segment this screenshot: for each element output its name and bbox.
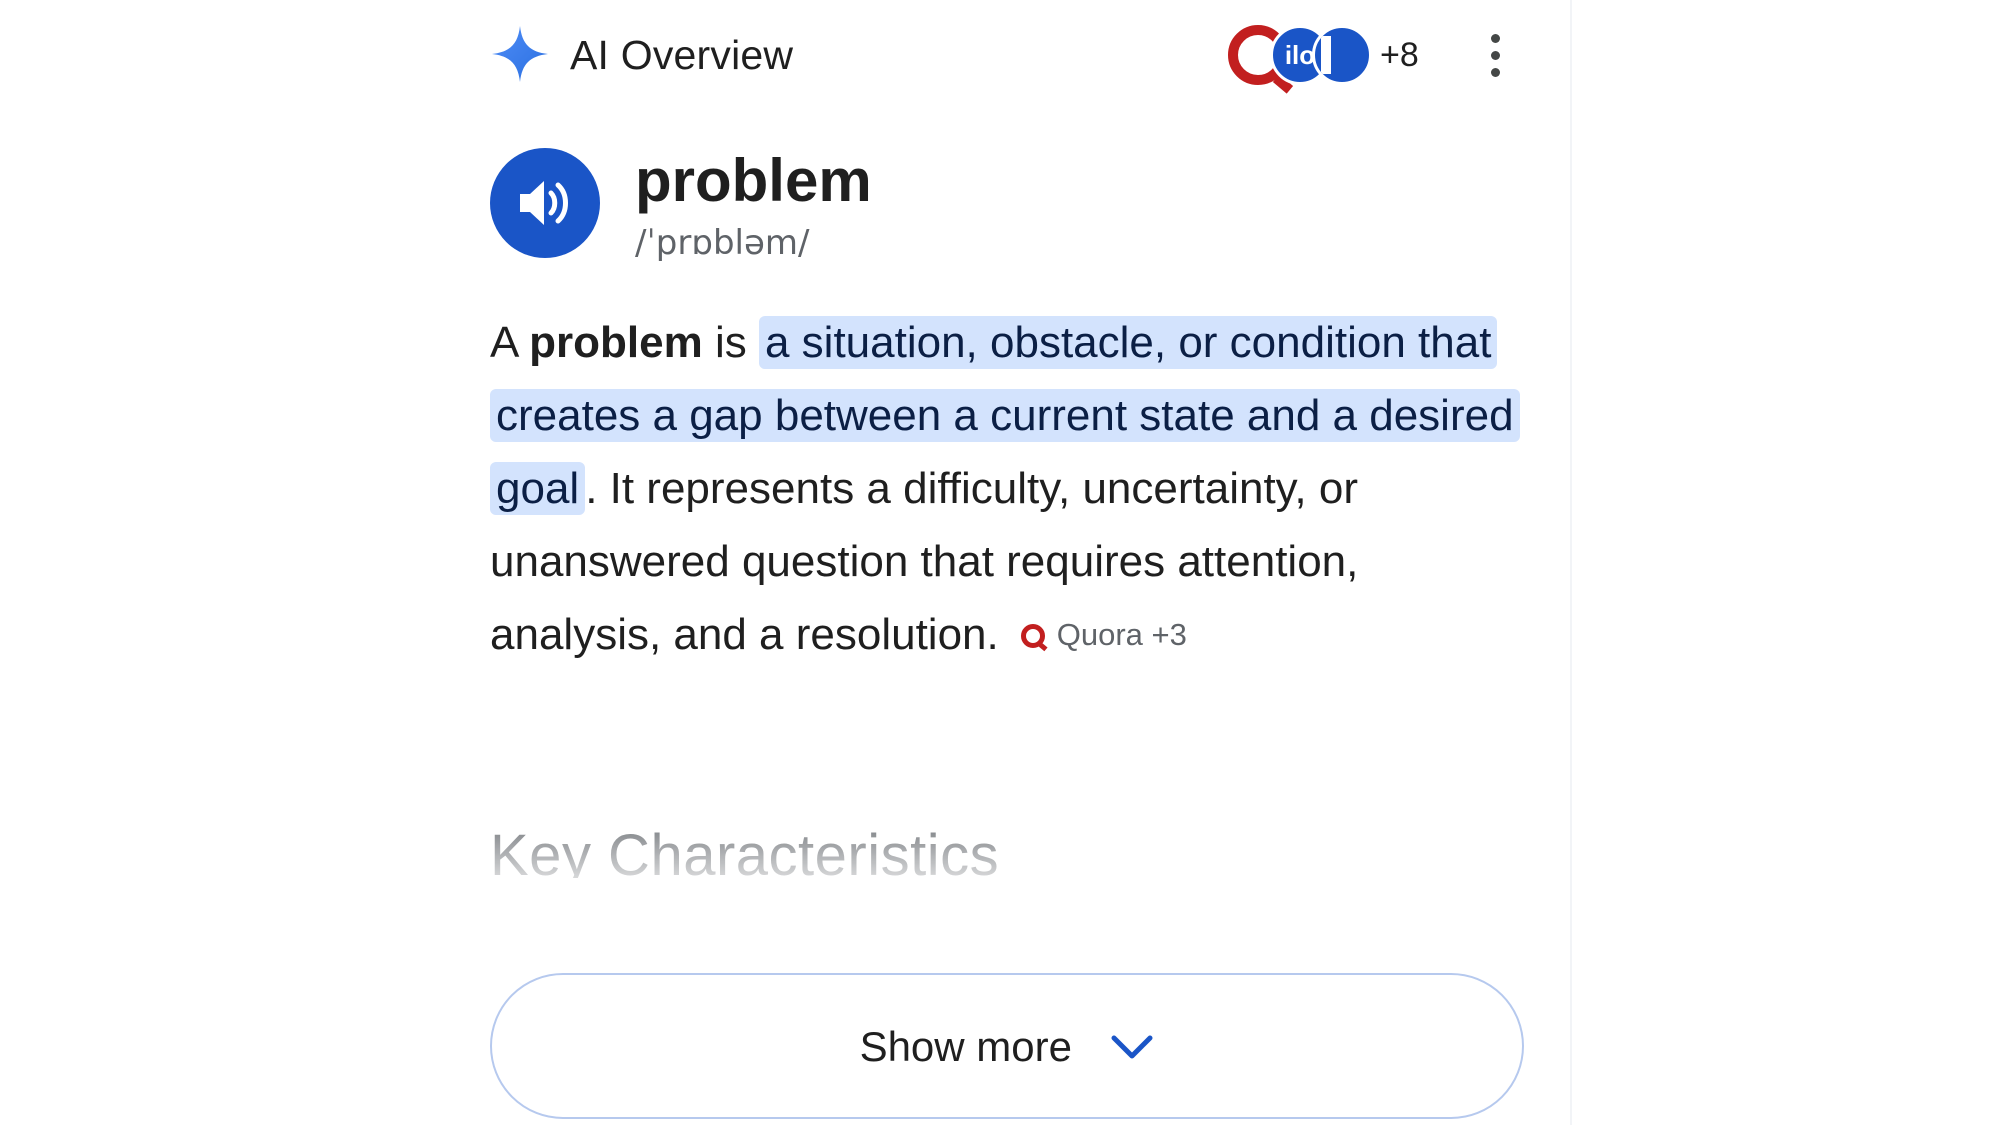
quora-logo-icon — [1020, 624, 1045, 648]
definition-continuation: . It represents a difficulty, uncertaint… — [490, 464, 1359, 659]
source-logo-icon — [1312, 25, 1372, 85]
phonetic-transcription: /ˈprɒbləm/ — [635, 223, 810, 263]
ai-overview-header: AI Overview ilo +8 — [490, 22, 1520, 88]
speaker-icon — [520, 181, 568, 225]
section-heading-key-characteristics: Key Characteristics — [490, 823, 1000, 878]
panel-divider — [1570, 0, 1572, 1125]
dictionary-entry: problem /ˈprɒbləm/ — [490, 148, 1520, 268]
citation-count: +3 — [1151, 617, 1187, 652]
show-more-button[interactable]: Show more — [490, 973, 1524, 1119]
definition-connector: is — [702, 318, 759, 367]
more-sources-count: +8 — [1380, 36, 1419, 74]
definition-term: problem — [529, 318, 703, 367]
definition-prefix: A — [490, 318, 530, 367]
ai-overview-title: AI Overview — [570, 32, 794, 78]
source-favicons[interactable]: ilo +8 — [1228, 22, 1468, 88]
ai-overview-panel: AI Overview ilo +8 problem /ˈprɒbləm/ A … — [0, 0, 2000, 1125]
show-more-label: Show more — [859, 1023, 1072, 1070]
gemini-sparkle-icon — [492, 26, 548, 82]
dictionary-word: problem — [635, 147, 872, 214]
citation-source: Quora — [1056, 617, 1143, 652]
chevron-down-icon — [1111, 1035, 1153, 1059]
definition-paragraph: A problem is a situation, obstacle, or c… — [490, 306, 1530, 671]
pronunciation-audio-button[interactable] — [490, 148, 600, 258]
kebab-menu-icon[interactable] — [1480, 34, 1510, 78]
citation-chip[interactable]: Quora +3 — [1020, 615, 1187, 655]
